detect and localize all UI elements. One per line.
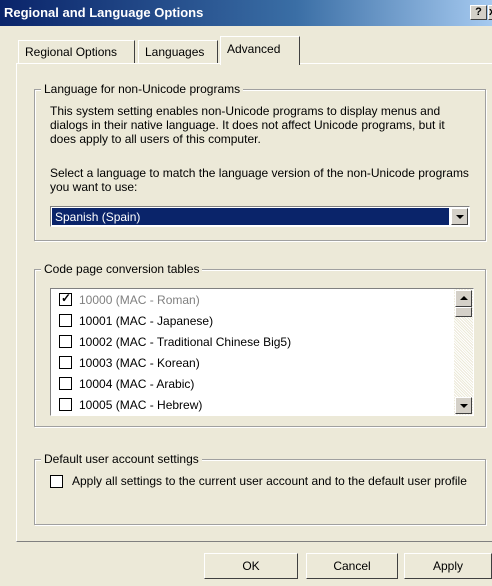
default-user-checkbox-label: Apply all settings to the current user a…: [72, 474, 467, 488]
list-item-label: 10003 (MAC - Korean): [79, 356, 200, 370]
arrow-up-icon: [460, 296, 468, 300]
close-button[interactable]: x: [488, 5, 492, 20]
title-bar[interactable]: Regional and Language Options ? x: [0, 0, 492, 26]
default-user-checkbox[interactable]: [50, 475, 63, 488]
apply-button[interactable]: Apply: [404, 553, 492, 579]
code-page-group-label: Code page conversion tables: [41, 262, 203, 276]
default-user-group-label: Default user account settings: [41, 452, 202, 466]
checkbox[interactable]: [59, 356, 72, 369]
tab-languages[interactable]: Languages: [138, 40, 218, 64]
cancel-button[interactable]: Cancel: [306, 553, 398, 579]
select-language-prompt: Select a language to match the language …: [50, 166, 469, 194]
scroll-up-button[interactable]: [455, 290, 472, 307]
chevron-down-icon: [456, 215, 464, 219]
scroll-down-button[interactable]: [455, 397, 472, 414]
window-title: Regional and Language Options: [4, 5, 204, 20]
ok-button[interactable]: OK: [204, 553, 298, 579]
list-item-label: 10001 (MAC - Japanese): [79, 314, 214, 328]
checkbox[interactable]: [59, 377, 72, 390]
language-select[interactable]: Spanish (Spain): [50, 206, 470, 227]
non-unicode-group-label: Language for non-Unicode programs: [41, 82, 244, 96]
default-user-checkbox-row[interactable]: Apply all settings to the current user a…: [50, 474, 470, 510]
list-item-label: 10002 (MAC - Traditional Chinese Big5): [79, 335, 292, 349]
vertical-scrollbar[interactable]: [454, 289, 473, 415]
list-item-label: 10005 (MAC - Hebrew): [79, 398, 203, 412]
dropdown-button[interactable]: [451, 208, 468, 225]
scroll-thumb[interactable]: [455, 307, 472, 317]
list-item-label: 10004 (MAC - Arabic): [79, 377, 195, 391]
checkmark-icon: ✓: [61, 291, 72, 305]
list-item-label: 10000 (MAC - Roman): [79, 293, 200, 307]
tab-regional-options[interactable]: Regional Options: [18, 40, 135, 64]
checkbox[interactable]: [59, 335, 72, 348]
help-button[interactable]: ?: [470, 5, 487, 20]
checkbox[interactable]: [59, 314, 72, 327]
arrow-down-icon: [460, 404, 468, 408]
non-unicode-description: This system setting enables non-Unicode …: [50, 104, 445, 146]
checkbox[interactable]: [59, 398, 72, 411]
tab-advanced[interactable]: Advanced: [220, 36, 300, 65]
language-select-value: Spanish (Spain): [52, 208, 449, 225]
code-page-list[interactable]: ✓ 10000 (MAC - Roman) 10001 (MAC - Japan…: [50, 288, 474, 416]
checkbox[interactable]: ✓: [59, 291, 72, 306]
